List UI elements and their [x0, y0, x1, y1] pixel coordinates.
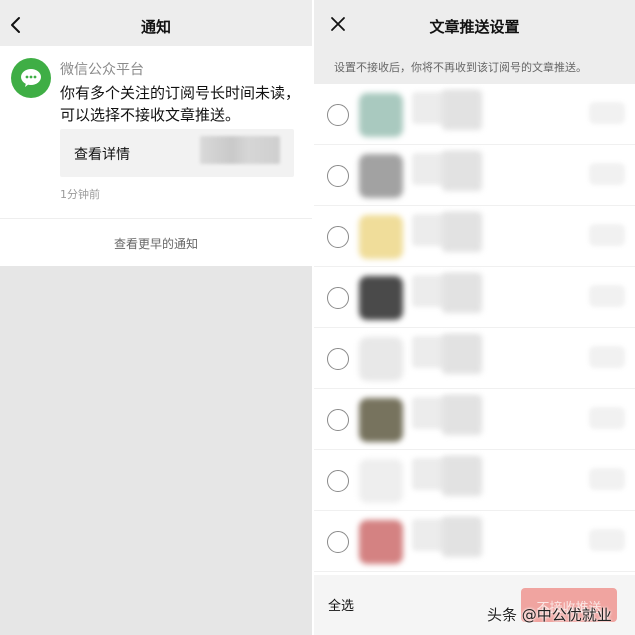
account-avatar — [359, 93, 403, 137]
sender-name: 微信公众平台 — [60, 62, 144, 78]
row-tail-blurred — [589, 407, 625, 429]
select-all-button[interactable]: 全选 — [328, 595, 354, 614]
row-tail-blurred — [589, 163, 625, 185]
account-avatar — [359, 337, 403, 381]
subscription-row[interactable] — [314, 328, 635, 389]
hint-bar: 设置不接收后，你将不再收到该订阅号的文章推送。 — [314, 50, 635, 84]
account-info-blurred — [442, 456, 482, 496]
push-settings-header: 文章推送设置 — [314, 0, 635, 50]
row-tail-blurred — [589, 285, 625, 307]
earlier-notifications-label: 查看更早的通知 — [113, 237, 198, 251]
radio-button[interactable] — [327, 531, 349, 553]
account-info-blurred — [442, 151, 482, 191]
account-info-blurred — [442, 273, 482, 313]
hint-text: 设置不接收后，你将不再收到该订阅号的文章推送。 — [334, 61, 587, 74]
notification-card: 微信公众平台 你有多个关注的订阅号长时间未读，可以选择不接收文章推送。 查看详情… — [0, 46, 312, 218]
subscription-row[interactable] — [314, 206, 635, 267]
timestamp: 1分钟前 — [60, 188, 100, 201]
account-info-blurred — [442, 90, 482, 130]
radio-button[interactable] — [327, 348, 349, 370]
row-tail-blurred — [589, 346, 625, 368]
notification-panel: 通知 微信公众平台 你有多个关注的订阅号长时间未读，可以选择不接收文章推送。 查… — [0, 0, 312, 635]
subscription-row[interactable] — [314, 267, 635, 328]
watermark: 头条 @中公优就业 — [487, 606, 612, 624]
account-avatar — [359, 459, 403, 503]
subscription-row[interactable] — [314, 389, 635, 450]
radio-button[interactable] — [327, 409, 349, 431]
account-info-blurred — [442, 395, 482, 435]
radio-button[interactable] — [327, 287, 349, 309]
notification-header: 通知 — [0, 0, 312, 50]
radio-button[interactable] — [327, 470, 349, 492]
account-info-blurred — [442, 334, 482, 374]
account-avatar — [359, 520, 403, 564]
account-avatar — [359, 276, 403, 320]
notification-message: 你有多个关注的订阅号长时间未读，可以选择不接收文章推送。 — [60, 84, 301, 124]
radio-button[interactable] — [327, 104, 349, 126]
subscription-row[interactable] — [314, 511, 635, 572]
account-avatar — [359, 154, 403, 198]
subscription-row[interactable] — [314, 84, 635, 145]
detail-thumbnail — [200, 136, 280, 164]
account-info-blurred — [442, 517, 482, 557]
view-details-button[interactable]: 查看详情 — [60, 129, 294, 177]
wechat-avatar-icon — [11, 58, 51, 98]
page-title: 通知 — [140, 18, 171, 36]
view-details-label: 查看详情 — [74, 147, 130, 163]
radio-button[interactable] — [327, 165, 349, 187]
row-tail-blurred — [589, 529, 625, 551]
row-tail-blurred — [589, 224, 625, 246]
earlier-notifications-link[interactable]: 查看更早的通知 — [0, 218, 312, 266]
account-avatar — [359, 215, 403, 259]
subscription-row[interactable] — [314, 450, 635, 511]
subscription-list — [314, 84, 635, 572]
account-avatar — [359, 398, 403, 442]
page-title: 文章推送设置 — [429, 18, 520, 36]
row-tail-blurred — [589, 102, 625, 124]
radio-button[interactable] — [327, 226, 349, 248]
subscription-row[interactable] — [314, 145, 635, 206]
push-settings-panel: 文章推送设置 设置不接收后，你将不再收到该订阅号的文章推送。 全选 不接收推送 — [314, 0, 635, 635]
row-tail-blurred — [589, 468, 625, 490]
account-info-blurred — [442, 212, 482, 252]
